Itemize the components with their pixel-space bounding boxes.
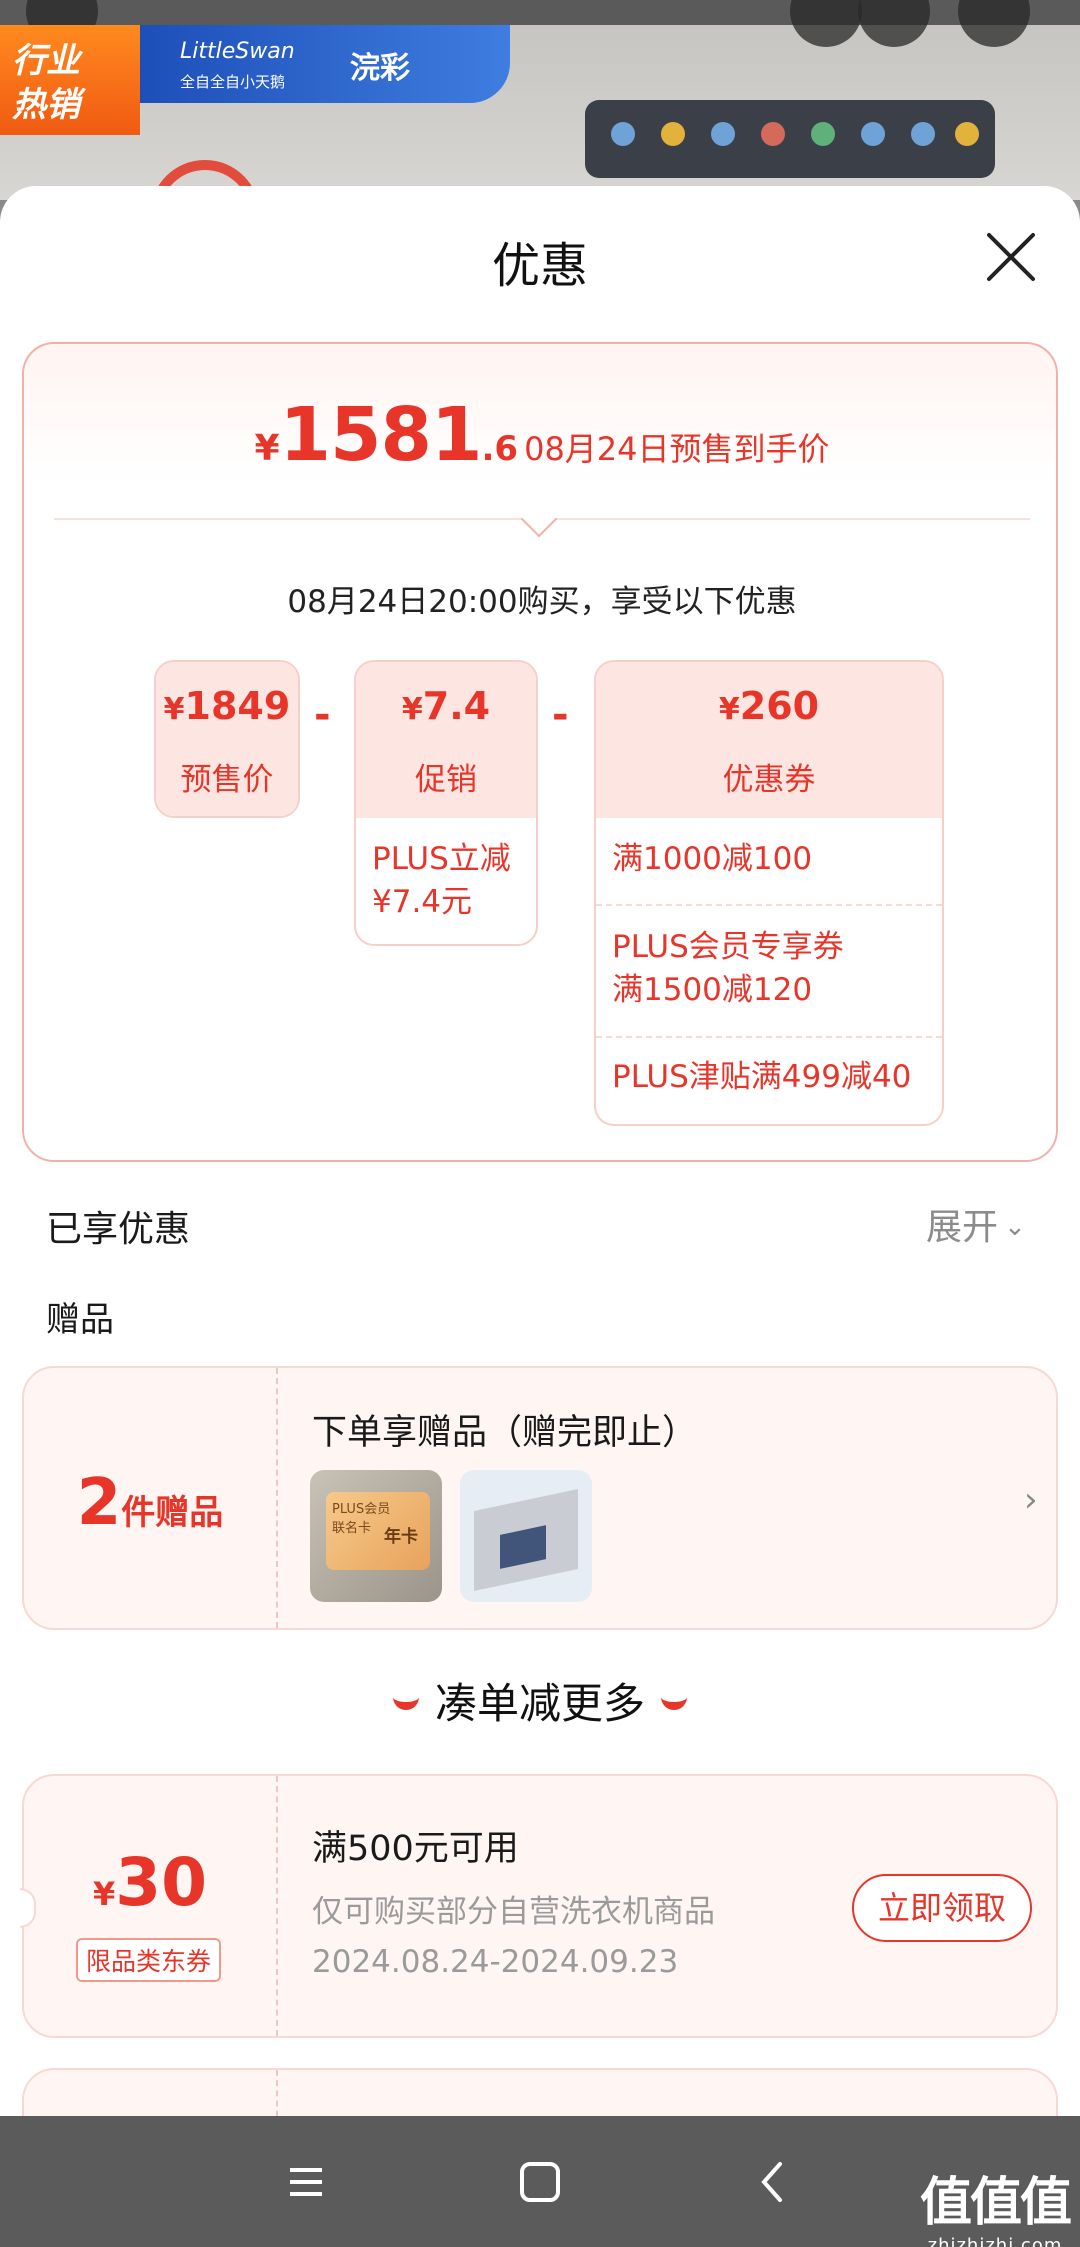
more-savings-text: 凑单减更多 [434,1679,645,1728]
more-button[interactable] [958,0,1030,47]
promotion-box: ¥7.4 促销 PLUS立减 ¥7.4元 [354,660,538,946]
gift-count-unit: 件赠品 [121,1493,224,1533]
watermark: 值值值 zhizhizhi.com [920,2160,1072,2247]
promotion-currency: ¥ [401,692,423,727]
coupon-offer-value: 30 [115,1844,208,1921]
coupon-divider [276,1776,278,2036]
coupon-offer-scope: 仅可购买部分自营洗衣机商品 [312,1894,715,1930]
square-icon [520,2162,560,2202]
coupon-detail: PLUS津贴满499减40 [612,1059,912,1095]
final-price-label: 08月24日预售到手价 [524,430,830,468]
gifts-section-label: 赠品 [46,1300,114,1340]
presale-label: 预售价 [180,762,274,798]
promotion-head: ¥7.4 促销 [356,662,536,818]
minus-sign: - [314,692,331,738]
coupon-label: 优惠券 [722,762,816,798]
promotion-amount: 7.4 [422,684,491,728]
coupon-separator [596,1036,942,1038]
enjoyed-discounts-label: 已享优惠 [46,1209,191,1250]
final-price: ¥1581.6 08月24日预售到手价 [24,392,1060,478]
coupon-currency: ¥ [718,692,740,727]
coupon-offer-amount: ¥30 [24,1844,276,1921]
coupon-box: ¥260 优惠券 满1000减100 PLUS会员专享券 满1500减120 P… [594,660,944,1126]
close-button[interactable] [985,231,1037,283]
expand-button[interactable]: 展开 ⌄ [926,1198,1026,1250]
promotion-label: 促销 [415,762,477,798]
coupon-amount: 260 [739,684,820,728]
coupon-offer-currency: ¥ [92,1875,116,1913]
divider-notch [520,500,558,538]
presale-price-head: ¥1849 预售价 [156,662,298,816]
home-button[interactable] [510,2152,570,2212]
gift-card-divider [276,1368,278,1628]
presale-currency: ¥ [163,692,185,727]
recent-apps-button[interactable] [276,2152,336,2212]
brand-subtitle: 全自全自小天鹅 [180,73,286,91]
coupon-separator [596,904,942,906]
sheet-title: 优惠 [491,238,588,294]
coupon-offer-validity: 2024.08.24-2024.09.23 [312,1944,679,1980]
hot-sale-text: 行业 热销 [12,41,80,125]
final-price-integer: 1581 [279,392,483,478]
plus-card-text: PLUS会员 联名卡 [332,1502,391,1536]
watermark-main: 值值值 [920,2173,1072,2233]
more-savings-title: 凑单减更多 [0,1670,1080,1731]
gift-count: 2件赠品 [24,1466,276,1540]
presale-amount: 1849 [184,684,291,728]
smile-right-icon [661,1696,687,1710]
claim-now-button[interactable]: 立即领取 [852,1874,1032,1942]
buy-time-note: 08月24日20:00购买，享受以下优惠 [287,584,797,620]
close-icon [987,233,1035,281]
price-summary-card: ¥1581.6 08月24日预售到手价 08月24日20:00购买，享受以下优惠 … [22,342,1058,1162]
coupon-offer-card: ¥30 限品类东券 满500元可用 仅可购买部分自营洗衣机商品 2024.08.… [20,1774,1058,2038]
smile-left-icon [392,1696,419,1710]
coupon-offer-tag: 限品类东券 [76,1938,222,1982]
product-image-background: 行业 热销 LittleSwan 全自全自小天鹅 浣彩 [0,0,1080,200]
gift-thumbnail-service [460,1470,592,1602]
gift-count-number: 2 [76,1466,122,1540]
brand-name: LittleSwan [180,39,295,64]
coupon-offer-condition: 满500元可用 [312,1829,519,1869]
gift-thumbnail-plus-card: PLUS会员 联名卡 年卡 [310,1470,442,1602]
coupon-detail: 满1000减100 [612,841,813,877]
expand-label: 展开 [926,1207,999,1248]
system-nav-bar [0,2116,1080,2247]
hot-sale-badge: 行业 热销 [0,25,140,135]
minus-sign: - [552,692,569,738]
favorite-button[interactable] [790,0,862,47]
presale-price-box: ¥1849 预售价 [154,660,300,818]
control-panel-image [585,100,995,178]
menu-icon [290,2168,322,2196]
plus-card-image: PLUS会员 联名卡 年卡 [326,1492,430,1570]
gift-card[interactable]: 2件赠品 下单享赠品（赠完即止） PLUS会员 联名卡 年卡 › [22,1366,1058,1630]
promotion-detail: PLUS立减 ¥7.4元 [372,841,511,920]
chevron-right-icon: › [1024,1480,1038,1520]
chevron-down-icon: ⌄ [1004,1212,1026,1242]
brand-banner: LittleSwan 全自全自小天鹅 浣彩 [140,25,510,103]
brand-logo-text: 浣彩 [350,51,410,86]
watermark-sub: zhizhizhi.com [927,2235,1063,2247]
back-arrow-icon [761,2162,782,2202]
plus-card-badge: 年卡 [384,1527,418,1547]
final-price-decimal: .6 [481,429,519,469]
discount-sheet: 优惠 ¥1581.6 08月24日预售到手价 08月24日20:00购买，享受以下… [0,186,1080,2188]
final-price-currency: ¥ [254,428,280,469]
gift-title: 下单享赠品（赠完即止） [312,1413,698,1453]
coupon-head: ¥260 优惠券 [596,662,942,818]
back-nav-button[interactable] [744,2152,804,2212]
share-button[interactable] [858,0,930,47]
coupon-detail: PLUS会员专享券 满1500减120 [612,929,844,1008]
